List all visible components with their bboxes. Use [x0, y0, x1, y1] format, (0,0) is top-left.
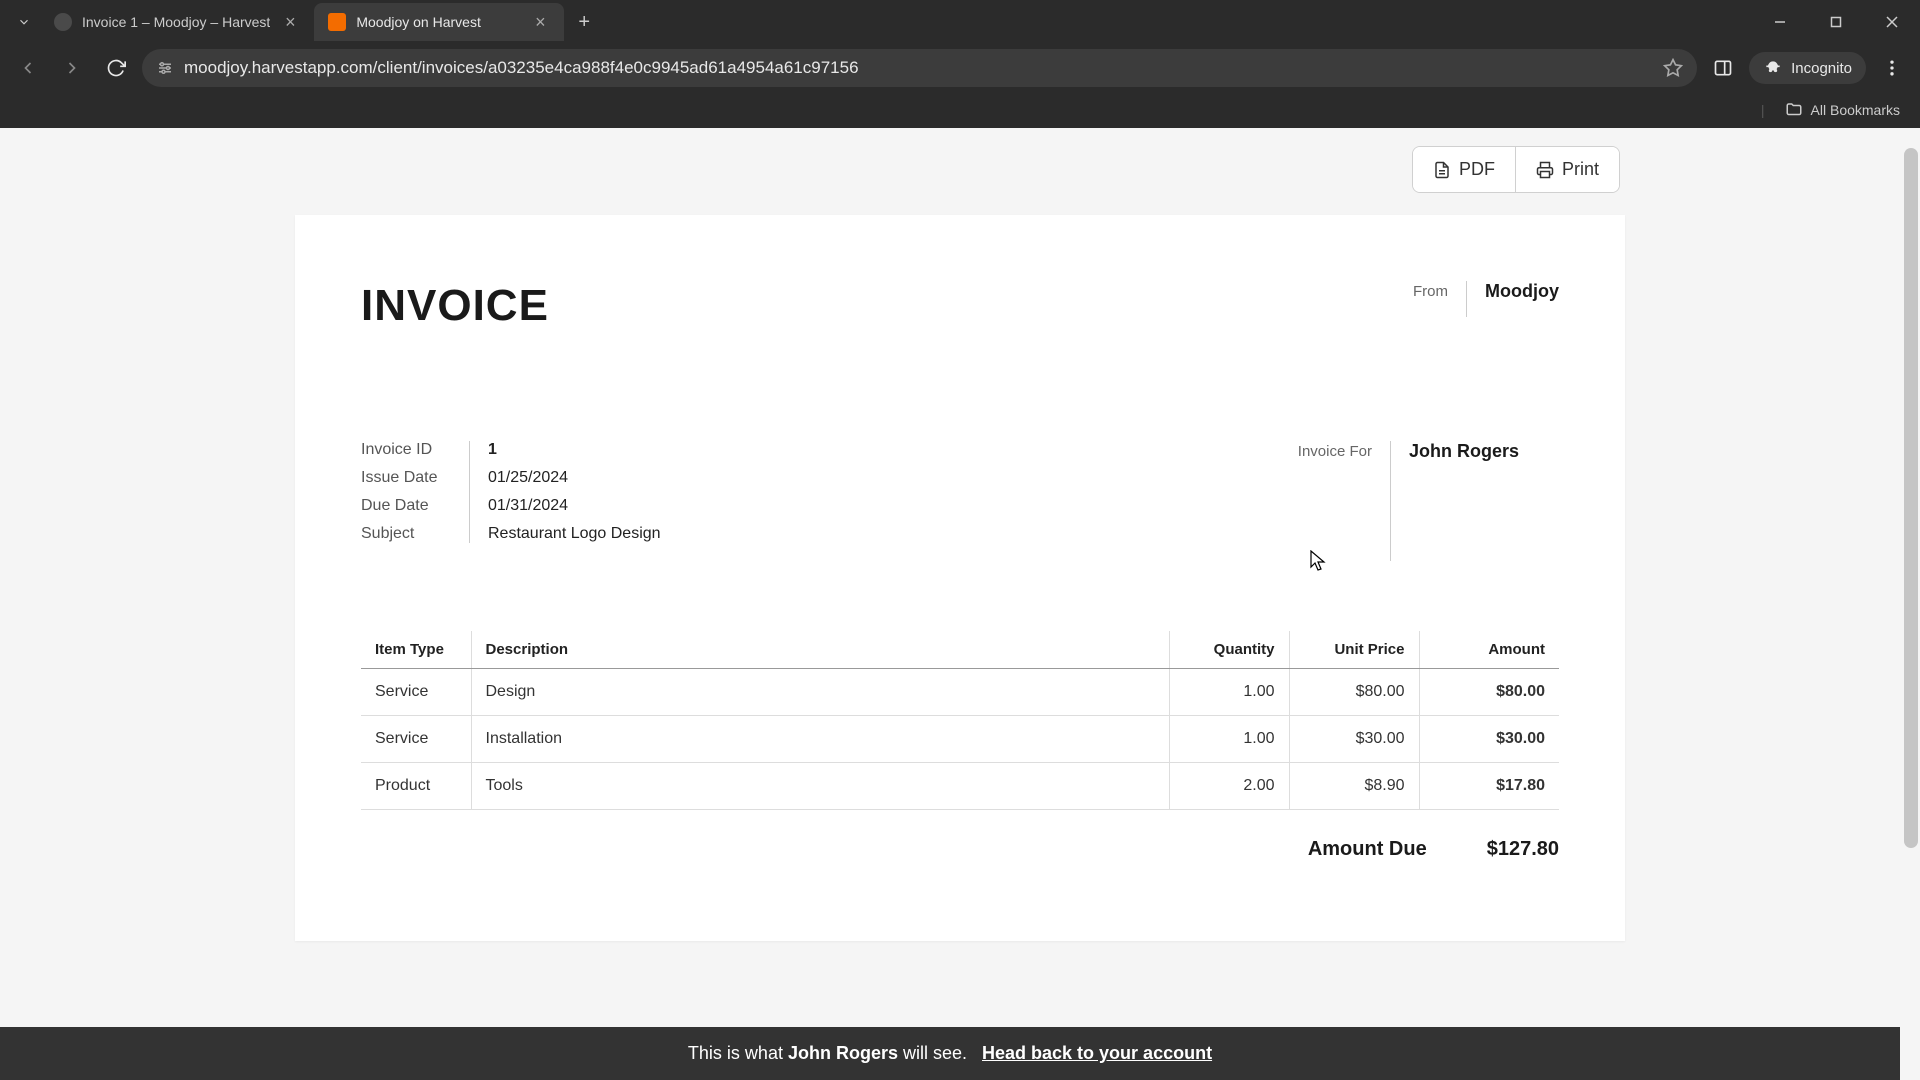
invoice-for-block: Invoice For John Rogers — [1298, 441, 1559, 561]
close-icon[interactable]: × — [280, 12, 300, 33]
address-bar-row: moodjoy.harvestapp.com/client/invoices/a… — [0, 44, 1920, 92]
from-block: From Moodjoy — [1413, 281, 1559, 317]
print-button[interactable]: Print — [1516, 147, 1619, 192]
preview-footer-bar: This is what John Rogers will see. Head … — [0, 1027, 1900, 1080]
cell-qty: 1.00 — [1169, 669, 1289, 716]
scrollbar-thumb[interactable] — [1904, 148, 1918, 848]
new-tab-button[interactable]: + — [564, 11, 604, 34]
amount-due-label: Amount Due — [1308, 838, 1427, 861]
favicon-icon — [54, 13, 72, 31]
totals-row: Amount Due $127.80 — [361, 838, 1559, 861]
tab-title: Invoice 1 – Moodjoy – Harvest — [82, 14, 270, 30]
from-name: Moodjoy — [1485, 281, 1559, 302]
browser-chrome: Invoice 1 – Moodjoy – Harvest × Moodjoy … — [0, 0, 1920, 128]
cell-price: $8.90 — [1289, 763, 1419, 810]
print-label: Print — [1562, 159, 1599, 180]
bookmarks-bar: | All Bookmarks — [0, 92, 1920, 128]
cell-desc: Design — [471, 669, 1169, 716]
table-row: ServiceDesign1.00$80.00$80.00 — [361, 669, 1559, 716]
meta-label-id: Invoice ID — [361, 441, 451, 459]
back-to-account-link[interactable]: Head back to your account — [982, 1043, 1212, 1063]
cell-qty: 1.00 — [1169, 716, 1289, 763]
meta-label-subject: Subject — [361, 525, 451, 543]
incognito-icon — [1763, 58, 1783, 78]
cell-type: Product — [361, 763, 471, 810]
tab-search-dropdown[interactable] — [8, 6, 40, 38]
cell-amount: $30.00 — [1419, 716, 1559, 763]
print-icon — [1536, 161, 1554, 179]
incognito-label: Incognito — [1791, 60, 1852, 77]
invoice-heading: INVOICE — [361, 281, 549, 331]
bookmark-star-icon[interactable] — [1663, 58, 1683, 78]
cell-amount: $80.00 — [1419, 669, 1559, 716]
close-icon[interactable]: × — [530, 12, 550, 33]
folder-icon — [1785, 101, 1803, 119]
cell-desc: Installation — [471, 716, 1169, 763]
footer-name: John Rogers — [788, 1043, 898, 1063]
tab-title: Moodjoy on Harvest — [356, 14, 520, 30]
meta-value-subject: Restaurant Logo Design — [488, 525, 661, 543]
maximize-button[interactable] — [1808, 0, 1864, 44]
incognito-indicator[interactable]: Incognito — [1749, 52, 1866, 84]
table-row: ProductTools2.00$8.90$17.80 — [361, 763, 1559, 810]
footer-prefix: This is what — [688, 1043, 788, 1063]
window-controls — [1752, 0, 1920, 44]
invoice-card: INVOICE From Moodjoy Invoice ID Issue Da… — [295, 215, 1625, 941]
col-header-amount: Amount — [1419, 631, 1559, 669]
browser-menu-button[interactable] — [1874, 50, 1910, 86]
line-items-table: Item Type Description Quantity Unit Pric… — [361, 631, 1559, 810]
cell-type: Service — [361, 669, 471, 716]
footer-suffix: will see. — [898, 1043, 967, 1063]
meta-value-due: 01/31/2024 — [488, 497, 661, 515]
cell-desc: Tools — [471, 763, 1169, 810]
minimize-button[interactable] — [1752, 0, 1808, 44]
pdf-button[interactable]: PDF — [1413, 147, 1516, 192]
cell-price: $30.00 — [1289, 716, 1419, 763]
all-bookmarks-link[interactable]: All Bookmarks — [1811, 102, 1900, 118]
browser-tab-inactive[interactable]: Invoice 1 – Moodjoy – Harvest × — [40, 3, 314, 41]
url-text: moodjoy.harvestapp.com/client/invoices/a… — [184, 58, 1653, 78]
document-icon — [1433, 161, 1451, 179]
back-button[interactable] — [10, 50, 46, 86]
pdf-label: PDF — [1459, 159, 1495, 180]
for-name: John Rogers — [1409, 441, 1559, 462]
browser-tab-active[interactable]: Moodjoy on Harvest × — [314, 3, 564, 41]
amount-due-value: $127.80 — [1487, 838, 1559, 861]
close-window-button[interactable] — [1864, 0, 1920, 44]
site-settings-icon[interactable] — [156, 59, 174, 77]
forward-button[interactable] — [54, 50, 90, 86]
cell-amount: $17.80 — [1419, 763, 1559, 810]
col-header-desc: Description — [471, 631, 1169, 669]
favicon-icon — [328, 13, 346, 31]
meta-value-id: 1 — [488, 441, 661, 459]
meta-value-issue: 01/25/2024 — [488, 469, 661, 487]
from-label: From — [1413, 281, 1448, 300]
table-row: ServiceInstallation1.00$30.00$30.00 — [361, 716, 1559, 763]
tab-bar: Invoice 1 – Moodjoy – Harvest × Moodjoy … — [0, 0, 1920, 44]
address-bar[interactable]: moodjoy.harvestapp.com/client/invoices/a… — [142, 49, 1697, 87]
col-header-qty: Quantity — [1169, 631, 1289, 669]
meta-label-due: Due Date — [361, 497, 451, 515]
invoice-meta: Invoice ID Issue Date Due Date Subject 1… — [361, 441, 661, 543]
side-panel-button[interactable] — [1705, 50, 1741, 86]
meta-label-issue: Issue Date — [361, 469, 451, 487]
invoice-toolbar: PDF Print — [0, 128, 1920, 193]
cell-type: Service — [361, 716, 471, 763]
reload-button[interactable] — [98, 50, 134, 86]
for-label: Invoice For — [1298, 441, 1372, 460]
page-content: PDF Print INVOICE From Moodjoy Invoice I… — [0, 128, 1920, 1080]
col-header-price: Unit Price — [1289, 631, 1419, 669]
col-header-type: Item Type — [361, 631, 471, 669]
cell-price: $80.00 — [1289, 669, 1419, 716]
cell-qty: 2.00 — [1169, 763, 1289, 810]
